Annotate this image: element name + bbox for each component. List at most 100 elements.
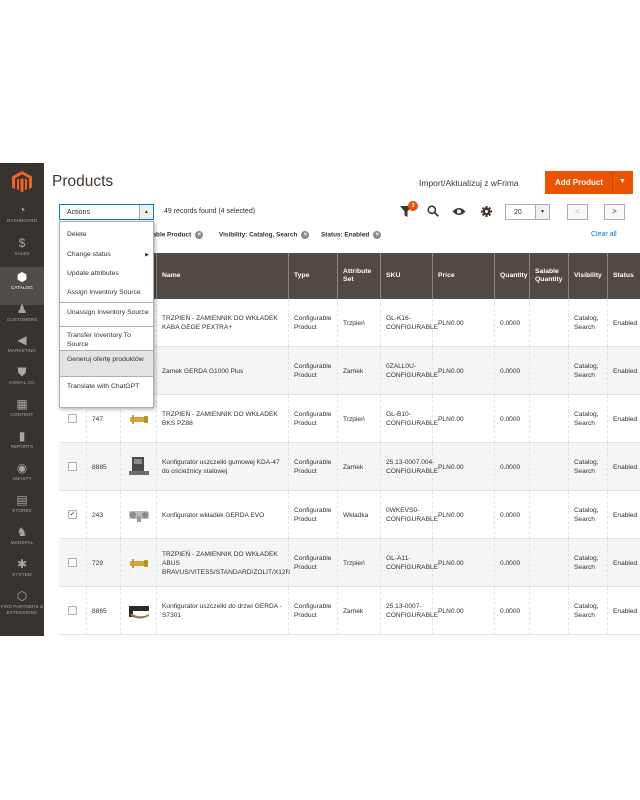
- cell-salable-quantity: [529, 395, 568, 443]
- cell-salable-quantity: [529, 491, 568, 539]
- menu-item-delete[interactable]: Delete: [60, 230, 153, 239]
- menu-item-label: Change status: [67, 251, 111, 258]
- sidebar-item-find-partners-extensions[interactable]: ⬡ FIND PARTNERS & EXTENSIONS: [0, 586, 44, 624]
- page-title: Products: [52, 173, 114, 190]
- sidebar-item-label: FIND PARTNERS & EXTENSIONS: [0, 604, 44, 615]
- content-icon: ▦: [16, 397, 28, 411]
- menu-item-generuj-oferte[interactable]: Generuj ofertę produktów: [60, 351, 153, 376]
- cell-salable-quantity: [529, 347, 568, 395]
- pager-next-button[interactable]: >: [604, 204, 625, 220]
- clear-all-filters-link[interactable]: Clear all: [591, 231, 617, 238]
- column-header-attribute-set[interactable]: Attribute Set: [337, 253, 380, 299]
- remove-filter-icon[interactable]: ×: [195, 231, 204, 239]
- menu-item-translate-chatgpt[interactable]: Translate with ChatGPT: [60, 382, 153, 391]
- cell-price: PLN0.00: [432, 587, 494, 635]
- column-header-status[interactable]: Status: [607, 253, 640, 299]
- filter-chip-status: Status: Enabled ×: [321, 231, 382, 239]
- partners-icon: ⬡: [16, 589, 28, 603]
- select-cell: ✓: [59, 491, 86, 539]
- magento-logo-icon[interactable]: [12, 171, 32, 193]
- chevron-down-icon[interactable]: ▼: [619, 178, 626, 185]
- cell-visibility: Catalog, Search: [568, 395, 607, 443]
- cell-status: Enabled: [607, 539, 640, 587]
- import-wfrima-link[interactable]: Import/Aktualizuj z wFrima: [419, 178, 519, 188]
- filter-count-badge: 3: [408, 201, 418, 211]
- cell-sku: GL-A11-CONFIGURABLE: [380, 539, 438, 587]
- add-product-button[interactable]: Add Product ▼: [545, 171, 633, 194]
- cell-visibility: Catalog, Search: [568, 491, 607, 539]
- sidebar-item-sales[interactable]: $ SALES: [0, 233, 44, 271]
- sidebar-item-label: SALES: [14, 251, 30, 256]
- row-checkbox[interactable]: ✓: [68, 510, 77, 519]
- cell-thumbnail[interactable]: [120, 539, 156, 587]
- eye-icon[interactable]: [452, 207, 466, 216]
- column-header-visibility[interactable]: Visibility: [568, 253, 607, 299]
- sidebar-item-label: CATALOG: [11, 285, 33, 290]
- cell-sku: 25.13-0007.004-CONFIGURABLE: [380, 443, 438, 491]
- product-thumbnail[interactable]: [126, 406, 152, 432]
- row-checkbox[interactable]: [68, 558, 77, 567]
- column-header-price[interactable]: Price: [432, 253, 494, 299]
- cell-status: Enabled: [607, 491, 640, 539]
- cell-sku: GL-B10-CONFIGURABLE: [380, 395, 438, 443]
- actions-dropdown[interactable]: Actions ▲: [59, 204, 154, 220]
- admin-sidebar: ◔ DASHBOARD $ SALES ⬢ CATALOG ♟ CUSTOMERS ◀ MARKE…: [0, 163, 44, 636]
- horse-icon: ♞: [16, 525, 28, 539]
- cell-status: Enabled: [607, 347, 640, 395]
- menu-item-transfer-inventory[interactable]: Transfer Inventory To Source: [60, 331, 153, 349]
- cell-type: Configurable Product: [288, 443, 337, 491]
- menu-item-change-status[interactable]: Change status ▶: [60, 250, 153, 259]
- product-thumbnail[interactable]: [126, 502, 152, 528]
- row-checkbox[interactable]: [68, 462, 77, 471]
- cell-type: Configurable Product: [288, 539, 337, 587]
- cell-price: PLN0.00: [432, 347, 494, 395]
- row-checkbox[interactable]: [68, 606, 77, 615]
- table-row[interactable]: ✓ 243 Konfigurator wkładek GERDA EVO Config…: [59, 491, 640, 539]
- add-product-label: Add Product: [555, 178, 603, 187]
- cell-thumbnail[interactable]: [120, 443, 156, 491]
- cell-thumbnail[interactable]: [120, 491, 156, 539]
- menu-item-unassign-inventory-source[interactable]: Unassign Inventory Source: [60, 308, 153, 317]
- sidebar-item-label: AMASTY: [12, 476, 32, 481]
- caret-up-icon[interactable]: ▲: [139, 205, 153, 219]
- cell-thumbnail[interactable]: [120, 587, 156, 635]
- cell-attribute-set: Trzpień: [337, 395, 380, 443]
- search-icon[interactable]: [427, 205, 439, 217]
- cell-name: TRZPIEŃ - ZAMIENNIK DO WKŁADEK ABUS BRAV…: [156, 539, 290, 587]
- product-thumbnail[interactable]: [126, 454, 152, 480]
- per-page-select[interactable]: 20 ▼: [505, 204, 550, 220]
- cell-name: Konfigurator uszczelki gumowej KDA-47 do…: [156, 443, 288, 491]
- caret-down-icon[interactable]: ▼: [535, 205, 549, 219]
- amasty-icon: ◉: [16, 461, 28, 475]
- remove-filter-icon[interactable]: ×: [373, 231, 382, 239]
- dollar-icon: $: [18, 236, 26, 250]
- select-cell: [59, 587, 86, 635]
- menu-item-assign-inventory-source[interactable]: Assign Inventory Source: [60, 288, 153, 297]
- row-checkbox[interactable]: [68, 414, 77, 423]
- cell-type: Configurable Product: [288, 347, 337, 395]
- product-thumbnail[interactable]: [126, 598, 152, 624]
- column-header-type[interactable]: Type: [288, 253, 337, 299]
- cell-salable-quantity: [529, 587, 568, 635]
- sidebar-item-label: STORES: [12, 508, 32, 513]
- remove-filter-icon[interactable]: ×: [301, 231, 310, 239]
- cell-visibility: Catalog, Search: [568, 347, 607, 395]
- pager-prev-button[interactable]: <: [567, 204, 588, 220]
- cell-sku: GL-K16-CONFIGURABLE: [380, 299, 438, 347]
- table-row[interactable]: 729 TRZPIEŃ - ZAMIENNIK DO WKŁADEK ABUS B…: [59, 539, 640, 587]
- product-thumbnail[interactable]: [126, 550, 152, 576]
- filter-chip-visibility: Visibility: Catalog, Search ×: [219, 231, 310, 239]
- cell-salable-quantity: [529, 443, 568, 491]
- column-header-name[interactable]: Name: [156, 253, 288, 299]
- table-row[interactable]: 8865 Konfigurator uszczelki do drzwi GERD…: [59, 587, 640, 635]
- cell-attribute-set: Zamek: [337, 587, 380, 635]
- filter-chip-label: rable Product: [150, 231, 192, 239]
- sidebar-item-label: CUSTOMERS: [6, 317, 38, 322]
- gear-icon[interactable]: [481, 206, 492, 217]
- table-row[interactable]: 8885 Konfigurator uszczelki gumowej KDA-4…: [59, 443, 640, 491]
- column-header-sku[interactable]: SKU: [380, 253, 432, 299]
- sidebar-item-label: REPORTS: [10, 444, 34, 449]
- menu-item-update-attributes[interactable]: Update attributes: [60, 269, 153, 278]
- column-header-quantity[interactable]: Quantity: [494, 253, 529, 299]
- column-header-salable-quantity[interactable]: Salable Quantity: [529, 253, 568, 299]
